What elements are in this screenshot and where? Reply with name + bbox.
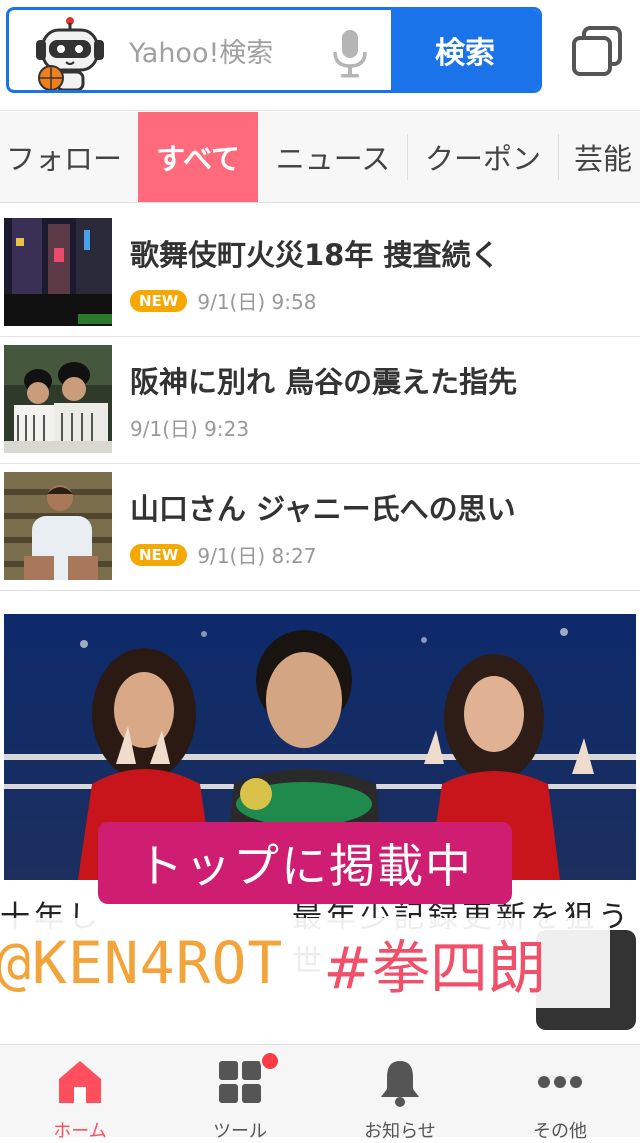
nav-notifications[interactable]: お知らせ — [320, 1045, 480, 1142]
search-box[interactable]: 検索 — [6, 7, 542, 93]
search-button[interactable]: 検索 — [391, 10, 539, 90]
user-mention-tag: @KEN4ROT — [0, 929, 284, 997]
nav-label: ホーム — [53, 1121, 107, 1142]
new-badge: NEW — [130, 289, 188, 312]
tab-entertainment[interactable]: 芸能 — [566, 112, 640, 202]
news-meta: 9/1(日) 9:23 — [130, 413, 249, 442]
notification-dot — [260, 1051, 280, 1071]
nav-label: ツール — [213, 1121, 267, 1142]
news-time: 9/1(日) 9:58 — [197, 290, 317, 314]
news-title: 山口さん ジャニー氏への思い — [130, 492, 516, 526]
category-tabbar: フォロー すべて ニュース クーポン 芸能 — [0, 112, 640, 203]
hashtag: #拳四朗 — [323, 934, 546, 1002]
header: 検索 — [0, 0, 640, 111]
news-time: 9/1(日) 9:23 — [130, 417, 250, 441]
news-time: 9/1(日) 8:27 — [197, 544, 317, 568]
news-thumbnail — [4, 472, 112, 580]
tab-all[interactable]: すべて — [138, 112, 258, 202]
tab-separator — [558, 134, 559, 180]
more-icon — [538, 1076, 582, 1088]
nav-label: お知らせ — [364, 1121, 436, 1142]
tab-follow[interactable]: フォロー — [0, 112, 132, 202]
nav-more[interactable]: その他 — [480, 1045, 640, 1142]
microphone-icon[interactable] — [327, 26, 373, 80]
news-thumbnail — [4, 218, 112, 326]
new-badge: NEW — [130, 543, 188, 566]
nav-label: その他 — [533, 1121, 587, 1142]
search-input[interactable] — [127, 28, 311, 78]
news-title: 阪神に別れ 鳥谷の震えた指先 — [130, 365, 518, 399]
bottom-nav: ホーム ツール お知らせ その他 — [0, 1044, 640, 1142]
tab-separator — [407, 134, 408, 180]
story-tags: @KEN4ROT #拳四朗 — [0, 918, 610, 1008]
news-item[interactable]: 阪神に別れ 鳥谷の震えた指先 9/1(日) 9:23 — [0, 337, 640, 464]
tab-news[interactable]: ニュース — [266, 112, 400, 202]
news-item[interactable]: 歌舞伎町火災18年 捜査続く NEW 9/1(日) 9:58 — [0, 210, 640, 337]
nav-tools[interactable]: ツール — [160, 1045, 320, 1142]
news-title: 歌舞伎町火災18年 捜査続く — [130, 238, 500, 272]
news-item[interactable]: 山口さん ジャニー氏への思い NEW 9/1(日) 8:27 — [0, 464, 640, 591]
grid-icon — [219, 1061, 261, 1103]
home-icon — [59, 1061, 101, 1103]
news-meta: NEW 9/1(日) 9:58 — [130, 286, 316, 315]
tab-coupon[interactable]: クーポン — [414, 112, 552, 202]
news-thumbnail — [4, 345, 112, 453]
mascot-logo-icon — [36, 17, 104, 90]
bell-icon — [381, 1061, 419, 1107]
news-meta: NEW 9/1(日) 8:27 — [130, 540, 316, 569]
story-label: トップに掲載中 — [98, 822, 512, 904]
nav-home[interactable]: ホーム — [0, 1045, 160, 1142]
news-list: 歌舞伎町火災18年 捜査続く NEW 9/1(日) 9:58 阪神に別れ 鳥谷の… — [0, 210, 640, 591]
browser-tabs-icon[interactable] — [570, 24, 624, 78]
